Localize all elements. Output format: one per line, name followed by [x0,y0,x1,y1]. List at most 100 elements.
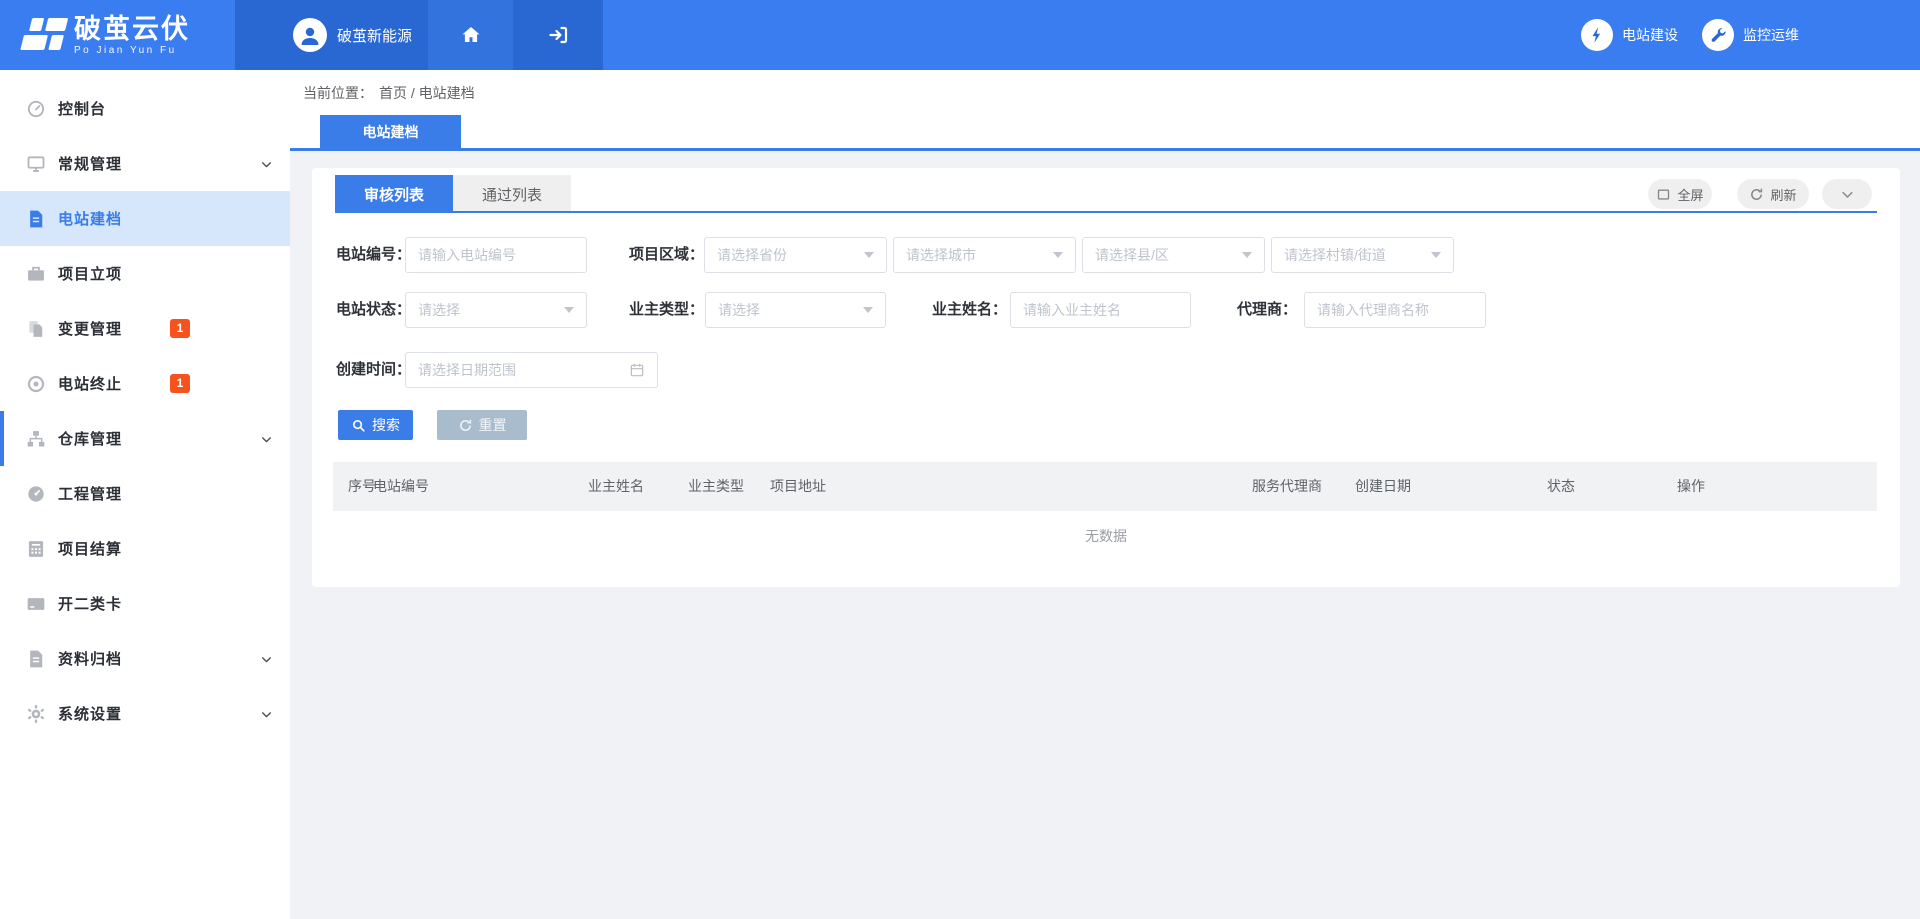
dropdown-arrow-icon [864,252,874,258]
chevron-down-icon [260,158,273,171]
document-icon [26,209,46,229]
sidebar-item-engineering-mgmt[interactable]: 工程管理 [0,466,290,521]
nav-monitor-ops[interactable]: 监控运维 [1702,0,1799,70]
refresh-button[interactable]: 刷新 [1737,179,1809,209]
lightning-icon [1581,19,1613,51]
search-icon [351,418,366,433]
station-code-input[interactable] [405,237,587,273]
label-station-code: 电站编号： [336,237,404,273]
col-create-date: 创建日期 [1355,462,1411,511]
list-panel: 审核列表 通过列表 全屏 刷新 电站编号： 项目区域： 请选择省份 请选择城市 … [312,168,1900,587]
sidebar-item-general-mgmt[interactable]: 常规管理 [0,136,290,191]
table-header: 序号 电站编号 业主姓名 业主类型 项目地址 服务代理商 创建日期 状态 操作 [333,462,1877,511]
card-icon [26,594,46,614]
col-project-address: 项目地址 [770,462,826,511]
sidebar-item-station-termination[interactable]: 电站终止 1 [0,356,290,411]
reset-icon [458,418,473,433]
refresh-icon [1749,187,1764,202]
label-project-region: 项目区域： [629,237,699,273]
dropdown-arrow-icon [1053,252,1063,258]
chevron-down-icon [260,433,273,446]
avatar [293,18,327,52]
dropdown-arrow-icon [1242,252,1252,258]
owner-type-select[interactable]: 请选择 [705,292,886,328]
sidebar-active-indicator [0,411,4,466]
col-service-agent: 服务代理商 [1252,462,1322,511]
monitor-icon [26,154,46,174]
station-status-select[interactable]: 请选择 [405,292,587,328]
brand-title: 破茧云伏 [74,15,190,43]
nav-station-build[interactable]: 电站建设 [1581,0,1678,70]
reset-button[interactable]: 重置 [437,410,527,440]
gauge-icon [26,484,46,504]
agent-input[interactable] [1304,292,1486,328]
home-icon [459,23,483,47]
sidebar: 控制台 常规管理 电站建档 项目立项 变更管理 1 电站终止 1 [0,70,290,919]
date-range-picker[interactable]: 请选择日期范围 [405,352,658,388]
sidebar-item-data-archive[interactable]: 资料归档 [0,631,290,686]
label-create-time: 创建时间： [336,352,404,388]
col-seq: 序号 [348,462,376,511]
sidebar-item-station-filing[interactable]: 电站建档 [0,191,290,246]
collapse-toolbar-button[interactable] [1822,179,1872,209]
city-select[interactable]: 请选择城市 [893,237,1076,273]
calculator-icon [26,539,46,559]
col-owner-type: 业主类型 [688,462,744,511]
tab-review-list[interactable]: 审核列表 [335,175,453,213]
chevron-down-icon [260,653,273,666]
user-company-block[interactable]: 破茧新能源 [235,0,428,70]
col-station-code: 电站编号 [373,462,429,511]
sidebar-item-system-settings[interactable]: 系统设置 [0,686,290,741]
sidebar-item-open-class2-card[interactable]: 开二类卡 [0,576,290,631]
archive-icon [26,649,46,669]
home-button[interactable] [428,0,513,70]
gear-icon [26,704,46,724]
chevron-down-icon [1840,187,1855,202]
chevron-down-icon [260,708,273,721]
main-content: 当前位置： 首页 / 电站建档 电站建档 审核列表 通过列表 全屏 刷新 电站编号… [290,70,1920,919]
search-button[interactable]: 搜索 [338,410,413,440]
record-icon [26,374,46,394]
top-header: 破茧云伏 Po Jian Yun Fu 破茧新能源 [0,0,1920,70]
dashboard-icon [26,99,46,119]
label-owner-name: 业主姓名： [932,292,1003,328]
owner-name-input[interactable] [1010,292,1191,328]
tab-divider [335,211,1877,213]
sidebar-item-project-settlement[interactable]: 项目结算 [0,521,290,576]
badge-count: 1 [170,374,190,393]
brand-subtitle: Po Jian Yun Fu [74,45,190,56]
county-select[interactable]: 请选择县/区 [1082,237,1265,273]
town-select[interactable]: 请选择村镇/街道 [1271,237,1454,273]
sitemap-icon [26,429,46,449]
breadcrumb-path[interactable]: 首页 / 电站建档 [379,85,475,101]
empty-state: 无数据 [312,526,1900,546]
wrench-icon [1702,19,1734,51]
dropdown-arrow-icon [564,307,574,313]
fullscreen-button[interactable]: 全屏 [1648,179,1712,209]
sidebar-item-warehouse-mgmt[interactable]: 仓库管理 [0,411,290,466]
breadcrumb: 当前位置： 首页 / 电站建档 [303,83,475,103]
sidebar-item-change-mgmt[interactable]: 变更管理 1 [0,301,290,356]
breadcrumb-prefix: 当前位置： [303,85,373,101]
sidebar-item-project-initiation[interactable]: 项目立项 [0,246,290,301]
label-agent: 代理商： [1225,292,1297,328]
dropdown-arrow-icon [1431,252,1441,258]
logo-tiles-icon [17,16,70,54]
sidebar-item-console[interactable]: 控制台 [0,81,290,136]
col-owner-name: 业主姓名 [588,462,644,511]
brand-logo: 破茧云伏 Po Jian Yun Fu [0,0,235,70]
nav-label: 监控运维 [1743,25,1799,45]
login-arrow-icon [546,23,570,47]
briefcase-icon [26,264,46,284]
col-actions: 操作 [1677,462,1705,511]
page-tab-station-filing[interactable]: 电站建档 [320,115,461,148]
col-status: 状态 [1547,462,1575,511]
logout-button[interactable] [513,0,603,70]
badge-count: 1 [170,319,190,338]
label-station-status: 电站状态： [336,292,404,328]
calendar-icon [629,362,645,378]
tab-passed-list[interactable]: 通过列表 [453,175,571,213]
fullscreen-icon [1656,187,1671,202]
user-icon [298,23,322,47]
province-select[interactable]: 请选择省份 [704,237,887,273]
